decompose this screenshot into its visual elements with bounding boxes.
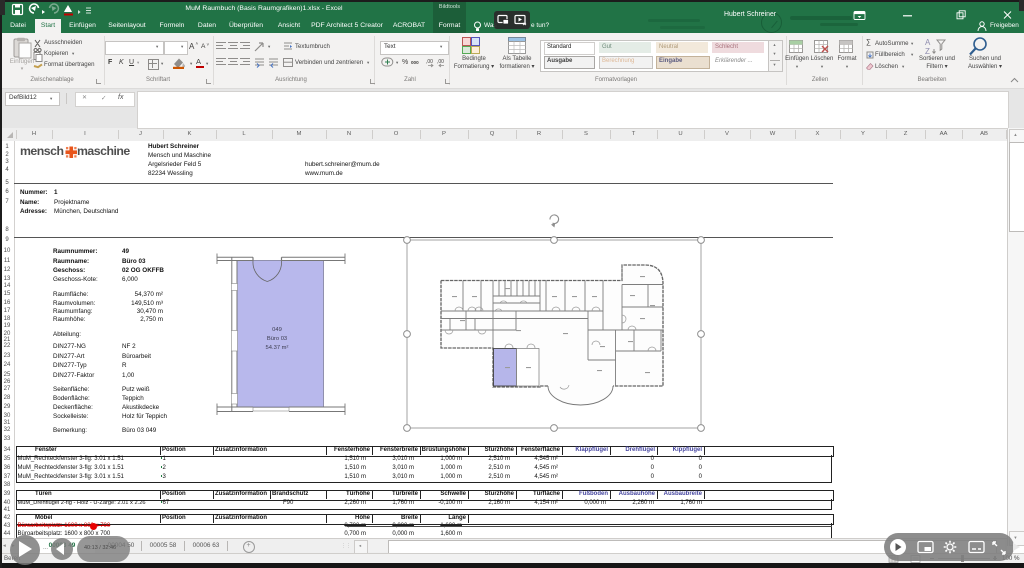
svg-text:Büro 03: Büro 03	[267, 336, 287, 342]
svg-text:54.37 m²: 54.37 m²	[266, 345, 289, 351]
svg-text:A: A	[925, 38, 931, 47]
svg-text:Z: Z	[925, 47, 930, 56]
svg-text:049: 049	[272, 327, 282, 333]
